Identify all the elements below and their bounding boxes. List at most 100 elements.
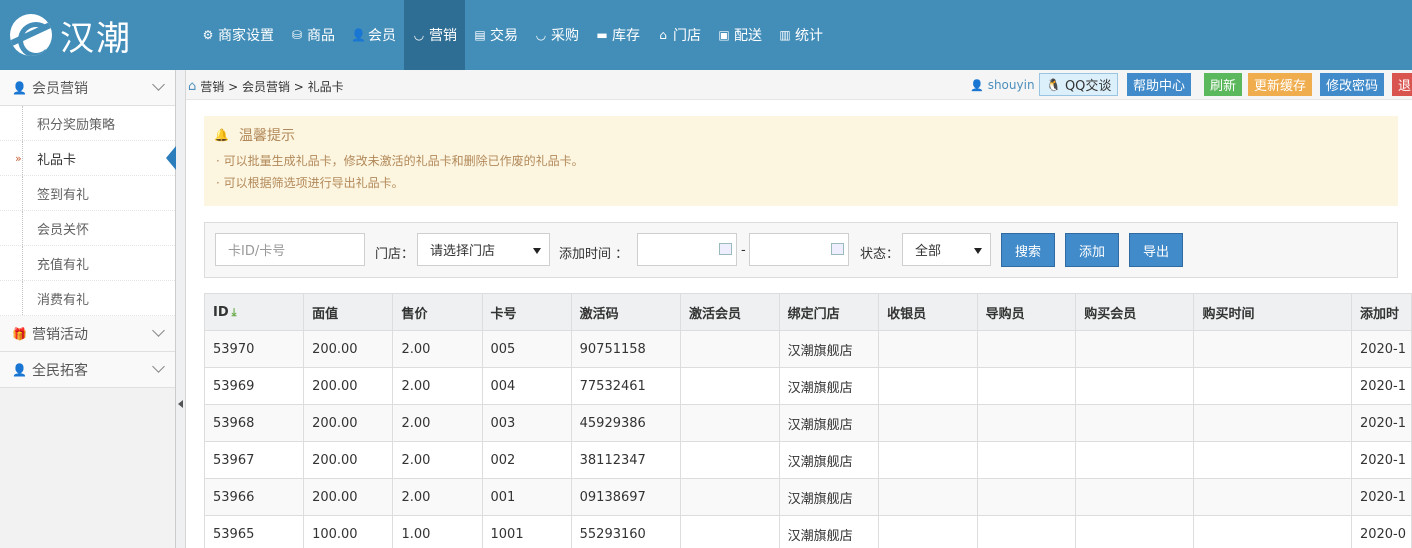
table-row[interactable]: 53965 100.00 1.00 1001 55293160 汉潮旗舰店 2020-0 (203, 515, 1412, 548)
end-date-input[interactable] (749, 233, 849, 266)
update-cache-button[interactable]: 更新缓存 (1248, 73, 1313, 96)
nav-item-label: 会员 (368, 28, 396, 44)
status-select[interactable]: 全部 (902, 233, 991, 266)
sidebar-group-0[interactable]: 👤 会员营销 (0, 70, 175, 106)
table-cell: 45929386 (570, 404, 681, 442)
logo-icon (10, 14, 52, 56)
user-icon: 👤 (351, 28, 366, 42)
column-header: 售价 (392, 293, 483, 331)
column-header: 购买会员 (1075, 293, 1195, 331)
table-row[interactable]: 53968 200.00 2.00 003 45929386 汉潮旗舰店 2020-1 (203, 404, 1412, 442)
column-header-label: 售价 (401, 306, 428, 322)
sidebar-item[interactable]: 充值有礼 (0, 246, 175, 281)
username: shouyin (987, 78, 1035, 92)
nav-item-7[interactable]: ⌂ 门店 (648, 0, 709, 70)
current-user[interactable]: 👤 shouyin (970, 78, 1035, 92)
table-cell: 2020-1 (1350, 441, 1412, 479)
table-cell (679, 478, 780, 516)
sidebar-item[interactable]: 消费有礼 (0, 281, 175, 316)
brand-logo[interactable]: 汉潮 (10, 12, 132, 59)
column-header-label: 激活码 (579, 306, 619, 322)
sidebar-item[interactable]: » 礼品卡 (0, 141, 176, 176)
column-header-label: 绑定门店 (787, 306, 840, 322)
sidebar-item-label: 礼品卡 (37, 152, 77, 168)
table-row[interactable]: 53969 200.00 2.00 004 77532461 汉潮旗舰店 2020-1 (203, 367, 1412, 405)
table-cell: 200.00 (303, 404, 394, 442)
nav-item-3[interactable]: ◡ 营销 (404, 0, 465, 70)
table-cell: 001 (481, 478, 572, 516)
card-search-input[interactable]: 卡ID/卡号 (215, 233, 365, 266)
sidebar-group-2[interactable]: 👤 全民拓客 (0, 352, 175, 388)
table-cell: 1001 (481, 515, 572, 548)
logout-button[interactable]: 退 (1392, 73, 1412, 96)
home-icon[interactable]: ⌂ (188, 79, 196, 94)
store-select-value: 请选择门店 (430, 244, 496, 259)
sidebar-group-1[interactable]: 🎁 营销活动 (0, 316, 175, 352)
table-cell: 2.00 (392, 478, 483, 516)
nav-item-0[interactable]: ⚙ 商家设置 (193, 0, 282, 70)
column-header[interactable]: ID ⤓ (203, 293, 305, 331)
sort-download-icon[interactable]: ⤓ (232, 306, 237, 319)
nav-item-9[interactable]: ▥ 统计 (770, 0, 831, 70)
start-date-input[interactable] (637, 233, 737, 266)
nav-item-1[interactable]: ⛁ 商品 (282, 0, 343, 70)
qq-chat-button[interactable]: 🐧 QQ交谈 (1039, 73, 1119, 96)
table-cell (878, 478, 978, 516)
column-header: 绑定门店 (778, 293, 880, 331)
refresh-button[interactable]: 刷新 (1204, 73, 1243, 96)
store-select[interactable]: 请选择门店 (417, 233, 550, 266)
calendar-icon (719, 243, 732, 255)
nav-item-8[interactable]: ▣ 配送 (709, 0, 770, 70)
table-row[interactable]: 53967 200.00 2.00 002 38112347 汉潮旗舰店 2020-1 (203, 441, 1412, 479)
nav-item-label: 商家设置 (218, 28, 274, 44)
sidebar-item[interactable]: 会员关怀 (0, 211, 175, 246)
column-header: 购买时间 (1193, 293, 1352, 331)
sidebar: 👤 会员营销积分奖励策略 » 礼品卡 签到有礼 会员关怀充值有礼消费有礼 🎁 营销活动 👤 全民拓… (0, 70, 176, 548)
table-cell: 53968 (203, 404, 305, 442)
table-cell (1193, 330, 1352, 368)
table-cell (976, 330, 1077, 368)
column-header-label: 购买时间 (1202, 306, 1255, 322)
nav-item-label: 门店 (673, 28, 701, 44)
nav-item-5[interactable]: ◡ 采购 (526, 0, 587, 70)
table-cell (1075, 330, 1195, 368)
search-button[interactable]: 搜索 (1001, 233, 1055, 267)
table-cell: 汉潮旗舰店 (778, 404, 880, 442)
gift-card-table: ID ⤓ 面值 售价 卡号 激活码 激活会员 绑定门店 收银员 导购员 购买会员 购买时间 添加时 53… (203, 293, 1412, 548)
file-icon: ▤ (474, 28, 486, 42)
nav-item-6[interactable]: ▬ 库存 (587, 0, 648, 70)
sidebar-item[interactable]: 签到有礼 (0, 176, 175, 211)
table-cell (1075, 478, 1195, 516)
nav-item-label: 采购 (551, 28, 579, 44)
column-header-label: 购买会员 (1084, 306, 1137, 322)
help-center-button[interactable]: 帮助中心 (1127, 73, 1192, 96)
column-header-label: 激活会员 (688, 306, 741, 322)
table-cell (976, 404, 1077, 442)
sidebar-item-label: 积分奖励策略 (37, 117, 116, 133)
export-button[interactable]: 导出 (1129, 233, 1183, 267)
table-cell (1075, 441, 1195, 479)
sidebar-item-label: 充值有礼 (37, 257, 90, 273)
table-cell: 2.00 (392, 404, 483, 442)
column-header: 面值 (303, 293, 394, 331)
status-select-value: 全部 (915, 244, 942, 259)
brand-name: 汉潮 (60, 18, 132, 59)
table-row[interactable]: 53966 200.00 2.00 001 09138697 汉潮旗舰店 2020-1 (203, 478, 1412, 516)
table-cell: 003 (481, 404, 572, 442)
change-password-button[interactable]: 修改密码 (1320, 73, 1385, 96)
table-cell: 2020-1 (1350, 367, 1412, 405)
table-cell (976, 441, 1077, 479)
column-header-label: ID (213, 304, 229, 320)
nav-item-2[interactable]: 👤 会员 (343, 0, 404, 70)
column-header: 激活码 (570, 293, 681, 331)
table-cell (1075, 515, 1195, 548)
nav-item-label: 库存 (612, 28, 640, 44)
main-nav: ⚙ 商家设置 ⛁ 商品 👤 会员 ◡ 营销 ▤ 交易 ◡ 采购 ▬ 库存 ⌂ 门店 ▣ 配送 ▥ 统计 (193, 0, 831, 70)
table-cell (878, 441, 978, 479)
sidebar-collapse-toggle[interactable] (176, 70, 186, 548)
qq-chat-label: QQ交谈 (1064, 79, 1112, 94)
nav-item-4[interactable]: ▤ 交易 (465, 0, 526, 70)
sidebar-item[interactable]: 积分奖励策略 (0, 106, 175, 141)
add-button[interactable]: 添加 (1065, 233, 1119, 267)
table-row[interactable]: 53970 200.00 2.00 005 90751158 汉潮旗舰店 2020-1 (203, 330, 1412, 368)
